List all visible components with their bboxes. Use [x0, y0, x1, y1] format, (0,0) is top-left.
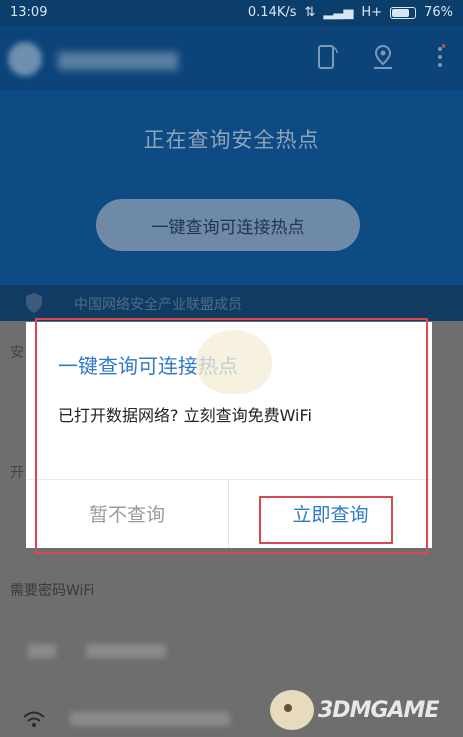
alliance-member-row: 中国网络安全产业联盟成员	[0, 285, 463, 321]
location-icon[interactable]	[368, 42, 398, 72]
status-time: 13:09	[10, 5, 48, 20]
password-wifi-section: 需要密码WiFi	[10, 583, 95, 599]
scan-hero: 正在查询安全热点 一键查询可连接热点	[0, 90, 463, 285]
wifi-name-blurred-2	[70, 712, 230, 726]
app-header	[0, 26, 463, 90]
dialog-message: 已打开数据网络? 立刻查询免费WiFi	[58, 406, 312, 425]
watermark: 3DMGAME	[270, 690, 439, 730]
wifi-icon	[22, 710, 46, 732]
signal-icon: ▂▃▅	[323, 5, 354, 20]
shield-icon	[24, 292, 44, 318]
wifi-name-blurred	[86, 644, 166, 658]
battery-percent: 76%	[424, 5, 453, 20]
wifi-item-blurred[interactable]	[28, 644, 56, 658]
phone-icon[interactable]	[312, 42, 342, 72]
battery-fill	[392, 8, 409, 17]
one-click-query-button[interactable]: 一键查询可连接热点	[96, 199, 360, 251]
signal-type: H+	[361, 5, 383, 20]
list-side-label-1: 安	[10, 345, 24, 361]
avatar[interactable]	[8, 42, 42, 76]
list-side-label-2: 开	[10, 465, 24, 481]
user-name-blurred	[58, 52, 178, 70]
data-arrows-icon: ⇅	[304, 5, 316, 20]
confirm-query-button[interactable]: 立即查询	[229, 479, 432, 548]
mascot-logo	[270, 690, 314, 730]
status-right: 0.14K/s ⇅ ▂▃▅ H+ 76%	[248, 5, 453, 20]
watermark-text: 3DMGAME	[318, 697, 439, 723]
network-speed: 0.14K/s	[247, 5, 297, 20]
cancel-button[interactable]: 暂不查询	[26, 479, 228, 548]
status-bar: 13:09 0.14K/s ⇅ ▂▃▅ H+ 76%	[0, 0, 463, 26]
more-options-icon[interactable]	[425, 42, 455, 72]
battery-icon	[390, 6, 417, 19]
dialog-mascot-watermark	[196, 330, 272, 394]
scan-status-title: 正在查询安全热点	[143, 128, 320, 152]
alliance-member-text: 中国网络安全产业联盟成员	[74, 297, 242, 313]
